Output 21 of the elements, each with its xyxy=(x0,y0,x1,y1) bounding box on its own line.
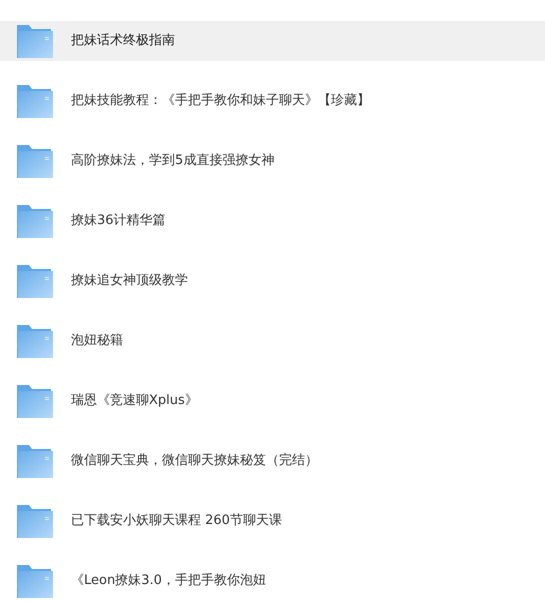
folder-icon xyxy=(17,264,53,298)
folder-icon xyxy=(17,84,53,118)
folder-icon xyxy=(17,204,53,238)
folder-name: 撩妹追女神顶级教学 xyxy=(71,272,188,290)
folder-icon xyxy=(17,564,53,598)
folder-name: 泡妞秘籍 xyxy=(71,332,123,350)
folder-name: 《Leon撩妹3.0，手把手教你泡妞 xyxy=(71,572,266,590)
folder-icon xyxy=(17,24,53,58)
folder-name: 撩妹36计精华篇 xyxy=(71,212,166,230)
folder-icon xyxy=(17,504,53,538)
folder-name: 把妹技能教程：《手把手教你和妹子聊天》【珍藏】 xyxy=(71,92,370,110)
folder-name: 微信聊天宝典，微信聊天撩妹秘笈（完结） xyxy=(71,452,318,470)
folder-icon xyxy=(17,384,53,418)
folder-icon xyxy=(17,324,53,358)
folder-name: 高阶撩妹法，学到5成直接强撩女神 xyxy=(71,152,274,170)
folder-icon xyxy=(17,444,53,478)
folder-name: 已下载安小妖聊天课程 260节聊天课 xyxy=(71,512,282,530)
folder-row[interactable]: 把妹话术终极指南 xyxy=(0,21,545,61)
folder-name: 把妹话术终极指南 xyxy=(71,32,175,50)
folder-name: 瑞恩《竞速聊Xplus》 xyxy=(71,392,198,410)
folder-icon xyxy=(17,144,53,178)
